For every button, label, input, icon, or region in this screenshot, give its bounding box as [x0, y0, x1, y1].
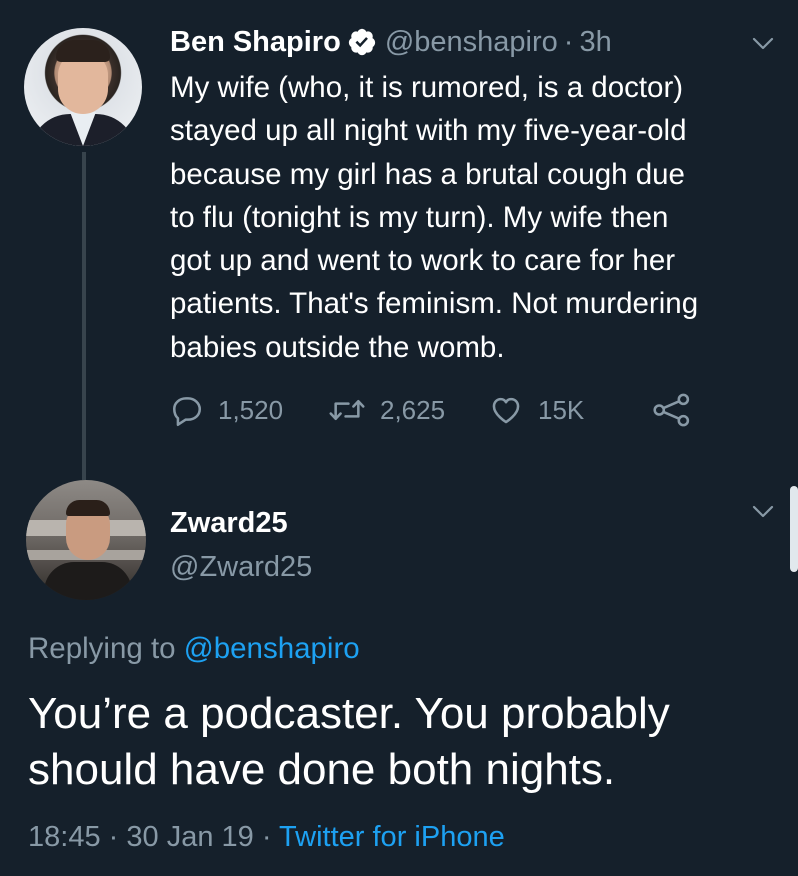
share-button[interactable]	[652, 390, 706, 430]
author-handle[interactable]: @benshapiro	[385, 22, 558, 62]
reply-body: You’re a podcaster. You probably should …	[28, 689, 670, 794]
tweet-time[interactable]: 3h	[579, 22, 611, 62]
thread-connector-line	[82, 152, 86, 480]
tweet-source-link[interactable]: Twitter for iPhone	[279, 821, 505, 853]
avatar-hair	[56, 40, 110, 62]
avatar-hair	[66, 500, 110, 516]
share-icon	[653, 393, 690, 427]
retweet-count: 2,625	[380, 394, 446, 425]
meta-separator: ·	[108, 821, 119, 853]
replying-to-label: Replying to	[28, 632, 176, 665]
heart-icon	[492, 397, 520, 424]
replying-to-mention[interactable]: @benshapiro	[184, 632, 360, 665]
reply-count: 1,520	[218, 394, 284, 425]
scrollbar[interactable]	[790, 486, 798, 572]
reply-author-name[interactable]: Zward25	[170, 505, 288, 541]
meta-separator: ·	[261, 821, 272, 853]
reply-date: 30 Jan 19	[126, 821, 254, 853]
zward25-avatar[interactable]	[26, 480, 146, 600]
verified-badge-icon	[348, 28, 375, 56]
reply-button[interactable]: 1,520	[170, 390, 283, 430]
like-count: 15K	[538, 394, 585, 425]
tweet-body: My wife (who, it is rumored, is a doctor…	[170, 71, 699, 364]
tweet-actions: 1,520 2,625 15K	[170, 390, 730, 430]
reply-author-handle[interactable]: @Zward25	[170, 549, 312, 585]
tweet-thread: Ben Shapiro @benshapiro · 3h My wife (wh…	[0, 0, 798, 876]
like-button[interactable]: 15K	[488, 390, 584, 430]
retweet-button[interactable]: 2,625	[328, 390, 445, 430]
header-separator: ·	[563, 26, 574, 58]
chevron-down-icon[interactable]	[752, 37, 774, 51]
reply-icon	[172, 397, 202, 427]
chevron-down-icon[interactable]	[752, 505, 774, 519]
avatar-shirt	[44, 562, 132, 600]
replying-to-line: Replying to @benshapiro	[28, 630, 360, 668]
tweet-header: Ben Shapiro @benshapiro · 3h	[170, 22, 612, 62]
retweet-icon	[329, 399, 365, 421]
reply-time: 18:45	[28, 821, 101, 853]
ben-shapiro-avatar[interactable]	[24, 28, 142, 146]
reply-metadata: 18:45 · 30 Jan 19 · Twitter for iPhone	[28, 818, 505, 856]
author-display-name[interactable]: Ben Shapiro	[170, 22, 341, 62]
